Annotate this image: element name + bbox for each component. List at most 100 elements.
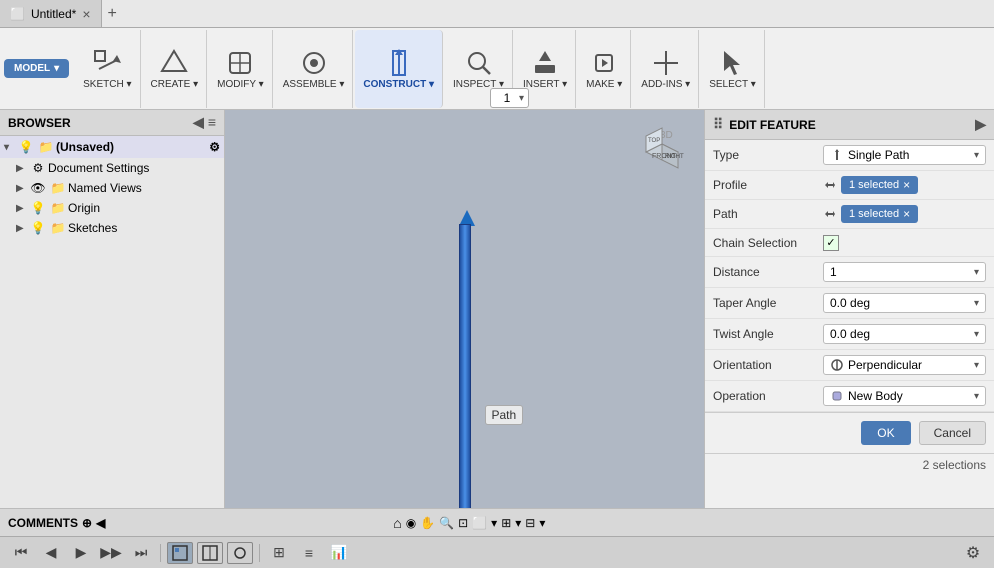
root-arrow: ▾	[4, 142, 16, 153]
twist-angle-value: 0.0 deg ▾	[823, 324, 986, 344]
chain-selection-checkbox[interactable]: ✓	[823, 235, 839, 251]
toolbar-expand-arrow[interactable]: ▾	[539, 516, 545, 530]
panel-footer: OK Cancel	[705, 412, 994, 453]
modify-button[interactable]: MODIFY	[213, 45, 268, 93]
addins-icon	[650, 47, 682, 79]
inspect-icon	[463, 47, 495, 79]
pan-icon[interactable]: ✋	[420, 516, 435, 530]
sketch-icon	[91, 47, 123, 79]
edit-panel-header: ⠿ EDIT FEATURE ▶	[705, 110, 994, 140]
param-row-distance: Distance 1 ▾	[705, 257, 994, 288]
next-button[interactable]: ▶▶	[98, 542, 124, 564]
zoom-window-icon[interactable]: ⊡	[458, 516, 468, 530]
view-options-icon[interactable]: ▾	[515, 516, 521, 530]
inspect-button[interactable]: INSPECT	[449, 45, 508, 93]
named-views-icon: 👁	[30, 180, 46, 196]
document-icon: ⬜	[10, 7, 25, 21]
viewport[interactable]: Path Profile 3D FRONT TOP RIGHT	[225, 110, 704, 508]
display-mode-icon[interactable]: ⬜	[472, 516, 487, 530]
named-views-arrow: ▶	[16, 183, 28, 194]
new-tab-button[interactable]: +	[108, 5, 117, 23]
spinner-arrow[interactable]: ▾	[519, 93, 524, 104]
sidebar-menu-button[interactable]: ≡	[208, 114, 216, 131]
view-grid-icon[interactable]: ⊞	[501, 516, 511, 530]
modify-label: MODIFY	[217, 79, 264, 91]
select-button[interactable]: SELECT	[705, 45, 760, 93]
toolbar-expand-icon[interactable]: ⊟	[525, 516, 535, 530]
spinner-input[interactable]	[495, 91, 519, 105]
settings-icon[interactable]: ⚙	[960, 542, 986, 564]
sketch-button[interactable]: SKETCH	[79, 45, 135, 93]
tree-root-item[interactable]: ▾ 💡 📁 (Unsaved) ⚙	[0, 136, 224, 158]
param-row-path: Path 1 selected ×	[705, 200, 994, 229]
view-cube[interactable]: 3D FRONT TOP RIGHT	[630, 120, 694, 184]
ok-button[interactable]: OK	[861, 421, 910, 445]
tab-close-button[interactable]: ×	[82, 6, 90, 22]
svg-text:TOP: TOP	[648, 138, 660, 144]
collapse-icon[interactable]: ◀	[96, 516, 105, 530]
tree-item-sketches[interactable]: ▶ 💡 📁 Sketches	[0, 218, 224, 238]
param-row-type: Type Single Path ▾	[705, 140, 994, 171]
quantity-spinner[interactable]: ▾	[490, 88, 529, 108]
chain-selection-label: Chain Selection	[713, 236, 823, 250]
skip-start-button[interactable]: ⏮	[8, 542, 34, 564]
view-mode-3-button[interactable]	[227, 542, 253, 564]
taper-angle-dropdown[interactable]: 0.0 deg ▾	[823, 293, 986, 313]
tree-item-origin[interactable]: ▶ 💡 📁 Origin	[0, 198, 224, 218]
profile-select-icon	[823, 178, 837, 192]
tree-item-doc-settings[interactable]: ▶ ⚙ Document Settings	[0, 158, 224, 178]
select-label: SELECT	[709, 79, 756, 91]
fit-view-icon[interactable]: ◉	[406, 516, 416, 530]
grid-view-button[interactable]: ⊞	[266, 542, 292, 564]
tab-title: Untitled*	[31, 7, 76, 21]
comments-label: COMMENTS	[8, 516, 78, 530]
toolbar-group-construct: CONSTRUCT	[355, 30, 443, 108]
assemble-icon	[298, 47, 330, 79]
distance-dropdown[interactable]: 1 ▾	[823, 262, 986, 282]
profile-chip-clear[interactable]: ×	[903, 178, 910, 192]
profile-selected-chip[interactable]: 1 selected ×	[841, 176, 918, 194]
add-comment-icon[interactable]: ⊕	[82, 516, 92, 530]
toolbar-group-modify: MODIFY	[209, 30, 273, 108]
distance-dropdown-arrow: ▾	[974, 267, 979, 278]
taper-angle-label: Taper Angle	[713, 296, 823, 310]
list-view-button[interactable]: ≡	[296, 542, 322, 564]
construct-icon	[383, 47, 415, 79]
chain-selection-checkbox-cell[interactable]: ✓	[823, 235, 839, 251]
sidebar-toggle-button[interactable]: ◀	[193, 114, 204, 131]
home-icon[interactable]: ⌂	[393, 515, 401, 531]
timeline-button[interactable]: 📊	[326, 542, 352, 564]
twist-angle-dropdown[interactable]: 0.0 deg ▾	[823, 324, 986, 344]
addins-button[interactable]: ADD-INS	[637, 45, 694, 93]
document-tab[interactable]: ⬜ Untitled* ×	[0, 0, 102, 27]
panel-drag-icon[interactable]: ⠿	[713, 116, 723, 133]
play-button[interactable]: ▶	[68, 542, 94, 564]
tree-item-named-views[interactable]: ▶ 👁 📁 Named Views	[0, 178, 224, 198]
path-selected-chip[interactable]: 1 selected ×	[841, 205, 918, 223]
named-views-label: Named Views	[68, 181, 220, 195]
zoom-icon[interactable]: 🔍	[439, 516, 454, 530]
cancel-button[interactable]: Cancel	[919, 421, 986, 445]
insert-button[interactable]: INSERT	[519, 45, 571, 93]
bottom-toolbar: ⏮ ◀ ▶ ▶▶ ⏭ ⊞ ≡ 📊 ⚙	[0, 536, 994, 568]
orientation-dropdown[interactable]: Perpendicular ▾	[823, 355, 986, 375]
panel-expand-icon[interactable]: ▶	[975, 116, 986, 133]
display-dropdown-icon[interactable]: ▾	[491, 516, 497, 530]
path-chip-clear[interactable]: ×	[903, 207, 910, 221]
operation-dropdown[interactable]: New Body ▾	[823, 386, 986, 406]
create-button[interactable]: CREATE	[147, 45, 203, 93]
assemble-button[interactable]: ASSEMBLE	[279, 45, 349, 93]
construct-button[interactable]: CONSTRUCT	[359, 45, 438, 93]
view-mode-3-icon	[232, 545, 248, 561]
view-mode-1-button[interactable]	[167, 542, 193, 564]
skip-end-button[interactable]: ⏭	[128, 542, 154, 564]
path-line	[459, 224, 471, 508]
make-button[interactable]: MAKE	[582, 45, 626, 93]
view-mode-2-button[interactable]	[197, 542, 223, 564]
model-button[interactable]: MODEL ▾	[4, 59, 69, 78]
type-dropdown[interactable]: Single Path ▾	[823, 145, 986, 165]
prev-button[interactable]: ◀	[38, 542, 64, 564]
operation-icon	[830, 389, 844, 403]
operation-value: New Body ▾	[823, 386, 986, 406]
distance-value-text: 1	[830, 265, 837, 279]
